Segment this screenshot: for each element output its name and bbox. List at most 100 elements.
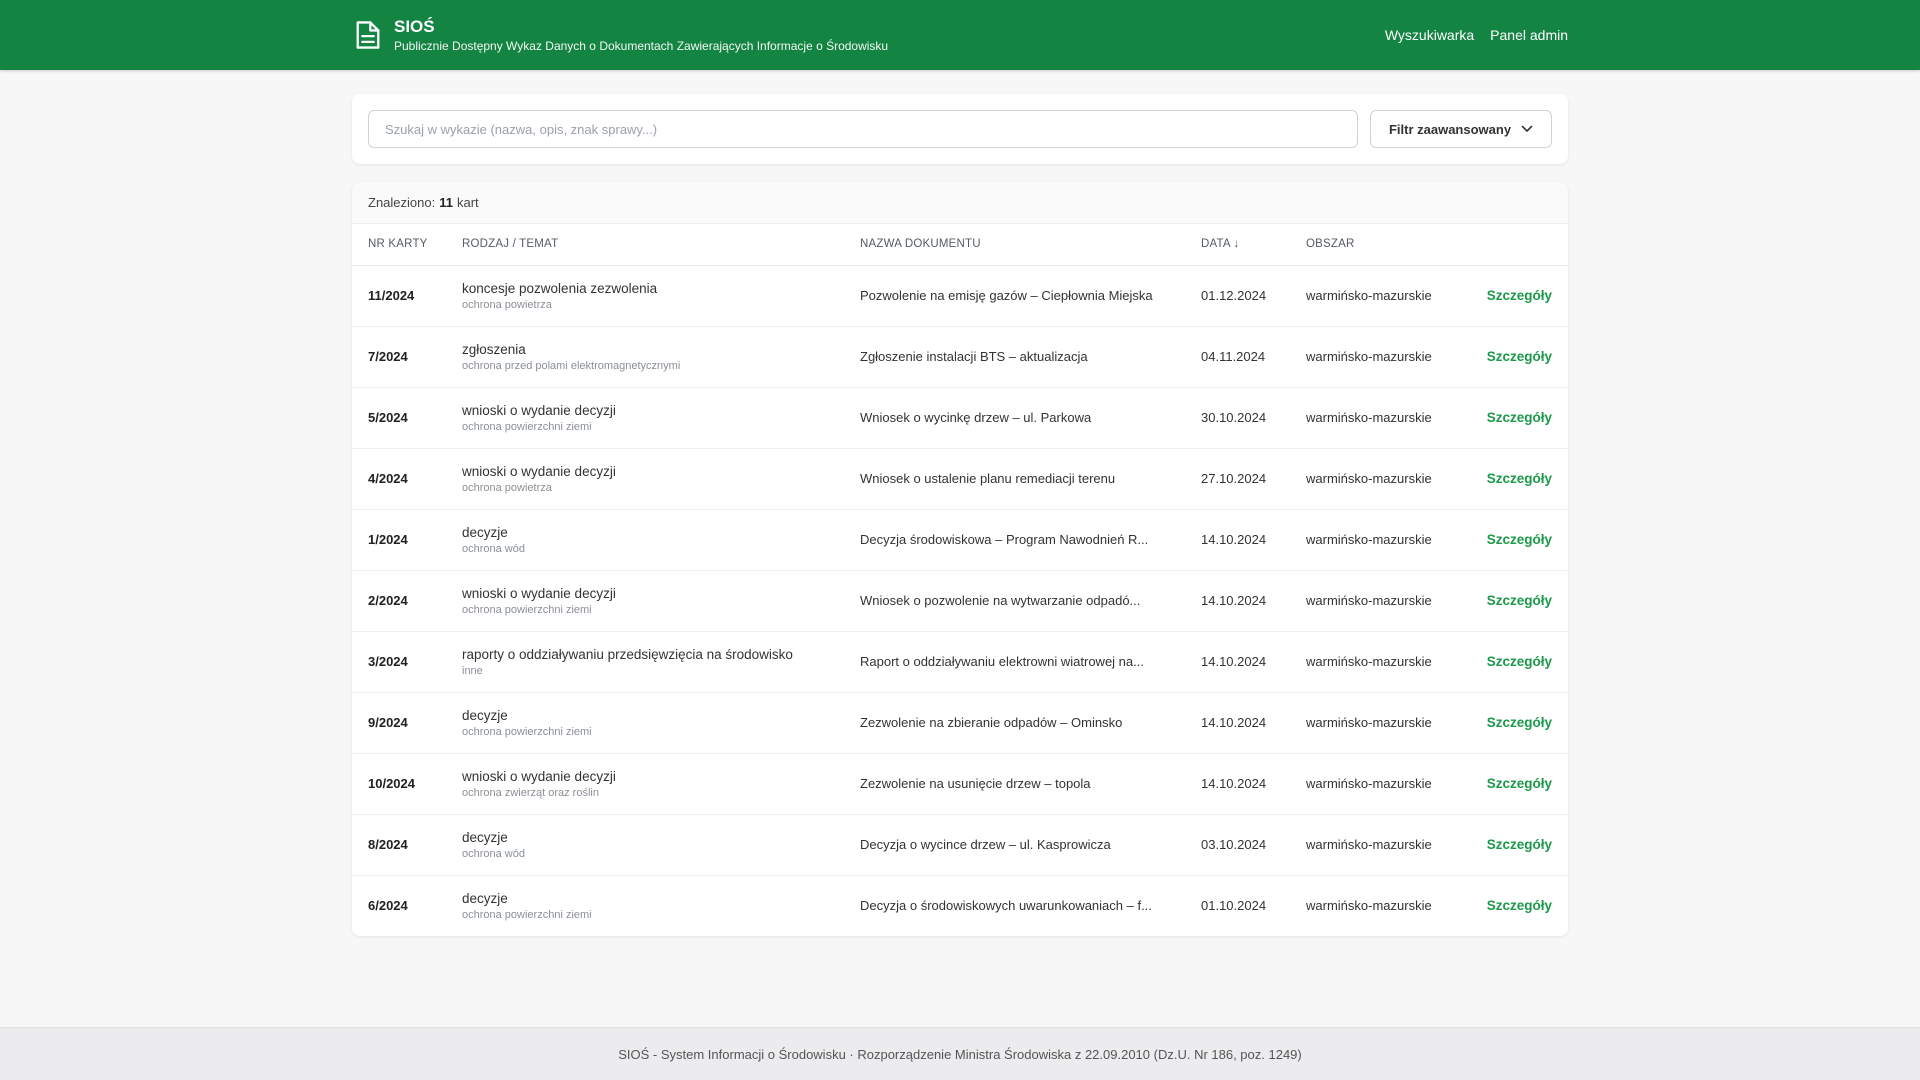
document-type: decyzje bbox=[462, 890, 508, 906]
card-number: 4/2024 bbox=[352, 448, 446, 510]
app-title: SIOŚ bbox=[394, 16, 435, 36]
details-link[interactable]: Szczegóły bbox=[1487, 837, 1552, 852]
document-date: 04.11.2024 bbox=[1185, 326, 1290, 388]
table-row[interactable]: 4/2024 wnioski o wydanie decyzji ochrona p… bbox=[352, 448, 1568, 510]
nav-admin-link[interactable]: Panel admin bbox=[1490, 27, 1568, 43]
document-name: Decyzja o środowiskowych uwarunkowaniach… bbox=[860, 898, 1152, 914]
brand-text: SIOŚ Publicznie Dostępny Wykaz Danych o … bbox=[394, 17, 888, 54]
table-row[interactable]: 9/2024 decyzje ochrona powierzchni ziemi Ze… bbox=[352, 692, 1568, 754]
search-card: Filtr zaawansowany bbox=[352, 94, 1568, 164]
document-name: Raport o oddziaływaniu elektrowni wiatro… bbox=[844, 631, 1185, 693]
document-type: koncesje pozwolenia zezwolenia bbox=[462, 280, 658, 296]
brand[interactable]: SIOŚ Publicznie Dostępny Wykaz Danych o … bbox=[352, 17, 888, 54]
details-link[interactable]: Szczegóły bbox=[1487, 410, 1552, 425]
type-topic-cell: decyzje ochrona powierzchni ziemi bbox=[446, 692, 844, 754]
footer-text: SIOŚ - System Informacji o Środowisku · … bbox=[618, 1046, 1302, 1062]
details-link[interactable]: Szczegóły bbox=[1487, 898, 1552, 913]
type-topic-cell: decyzje ochrona powierzchni ziemi bbox=[446, 875, 844, 936]
main-content: Filtr zaawansowany Znaleziono: 11 kart bbox=[352, 94, 1568, 936]
document-area: warmińsko-mazurskie bbox=[1290, 814, 1453, 876]
document-area: warmińsko-mazurskie bbox=[1290, 753, 1453, 815]
document-date: 30.10.2024 bbox=[1185, 387, 1290, 449]
table-row[interactable]: 7/2024 zgłoszenia ochrona przed polami ele… bbox=[352, 326, 1568, 388]
details-link[interactable]: Szczegóły bbox=[1487, 593, 1552, 608]
table-row[interactable]: 8/2024 decyzje ochrona wód Decyzja o wycinc… bbox=[352, 814, 1568, 876]
table-row[interactable]: 10/2024 wnioski o wydanie decyzji ochrona … bbox=[352, 753, 1568, 815]
document-type: zgłoszenia bbox=[462, 341, 526, 357]
col-header-data[interactable]: DATA ↓ bbox=[1185, 224, 1290, 266]
document-type: decyzje bbox=[462, 707, 508, 723]
document-area: warmińsko-mazurskie bbox=[1306, 898, 1432, 914]
table-row[interactable]: 11/2024 koncesje pozwolenia zezwolenia och… bbox=[352, 265, 1568, 327]
table-body: 11/2024 koncesje pozwolenia zezwolenia och… bbox=[352, 265, 1568, 936]
details-link[interactable]: Szczegóły bbox=[1487, 288, 1552, 303]
nav-search-link[interactable]: Wyszukiwarka bbox=[1385, 27, 1474, 43]
details-link[interactable]: Szczegóły bbox=[1487, 532, 1552, 547]
details-cell: Szczegóły bbox=[1453, 448, 1568, 510]
document-topic: ochrona powierzchni ziemi bbox=[462, 908, 592, 921]
document-name: Decyzja o wycince drzew – ul. Kasprowicz… bbox=[844, 814, 1185, 876]
details-link[interactable]: Szczegóły bbox=[1487, 776, 1552, 791]
document-type: wnioski o wydanie decyzji bbox=[462, 463, 616, 479]
document-area: warmińsko-mazurskie bbox=[1290, 448, 1453, 510]
document-date: 01.12.2024 bbox=[1185, 265, 1290, 327]
col-header-actions bbox=[1453, 224, 1568, 266]
table-row[interactable]: 6/2024 decyzje ochrona powierzchni ziemi De… bbox=[352, 875, 1568, 936]
document-name: Pozwolenie na emisję gazów – Ciepłownia … bbox=[844, 265, 1185, 327]
type-topic-cell: raporty o oddziaływaniu przedsięwzięcia … bbox=[446, 631, 844, 693]
app-subtitle: Publicznie Dostępny Wykaz Danych o Dokum… bbox=[394, 38, 889, 53]
type-topic-cell: zgłoszenia ochrona przed polami elektroma… bbox=[446, 326, 844, 388]
results-count: Znaleziono: 11 kart bbox=[352, 182, 1568, 224]
type-topic-cell: wnioski o wydanie decyzji ochrona zwierzą… bbox=[446, 753, 844, 815]
table-row[interactable]: 1/2024 decyzje ochrona wód Decyzja środowis… bbox=[352, 509, 1568, 571]
details-cell: Szczegóły bbox=[1453, 875, 1568, 936]
advanced-filter-label: Filtr zaawansowany bbox=[1388, 121, 1512, 137]
document-area: warmińsko-mazurskie bbox=[1290, 692, 1453, 754]
details-link[interactable]: Szczegóły bbox=[1487, 349, 1552, 364]
details-link[interactable]: Szczegóły bbox=[1487, 715, 1552, 730]
header-inner: SIOŚ Publicznie Dostępny Wykaz Danych o … bbox=[352, 0, 1568, 70]
card-number: 7/2024 bbox=[352, 326, 446, 388]
col-header-obszar[interactable]: OBSZAR bbox=[1290, 224, 1453, 266]
document-type: wnioski o wydanie decyzji bbox=[462, 585, 616, 601]
table-row[interactable]: 3/2024 raporty o oddziaływaniu przedsięwz… bbox=[352, 631, 1568, 693]
main-nav: Wyszukiwarka Panel admin bbox=[1385, 27, 1568, 43]
advanced-filter-button[interactable]: Filtr zaawansowany bbox=[1370, 110, 1552, 148]
table-row[interactable]: 5/2024 wnioski o wydanie decyzji ochrona p… bbox=[352, 387, 1568, 449]
type-topic-cell: decyzje ochrona wód bbox=[446, 509, 844, 571]
document-name: Wniosek o wycinkę drzew – ul. Parkowa bbox=[844, 387, 1185, 449]
results-count-suffix: kart bbox=[456, 195, 479, 210]
details-cell: Szczegóły bbox=[1453, 753, 1568, 815]
document-type: decyzje bbox=[462, 829, 508, 845]
col-header-nazwa[interactable]: NAZWA DOKUMENTU bbox=[844, 224, 1185, 266]
card-number: 5/2024 bbox=[352, 387, 446, 449]
col-header-nr[interactable]: NR KARTY bbox=[352, 224, 446, 266]
col-header-rodzaj[interactable]: RODZAJ / TEMAT bbox=[446, 224, 844, 266]
card-number: 8/2024 bbox=[352, 814, 446, 876]
document-name: Zezwolenie na zbieranie odpadów – Ominsk… bbox=[844, 692, 1185, 754]
table-row[interactable]: 2/2024 wnioski o wydanie decyzji ochrona p… bbox=[352, 570, 1568, 632]
card-number: 2/2024 bbox=[352, 570, 446, 632]
details-cell: Szczegóły bbox=[1453, 631, 1568, 693]
document-topic: ochrona przed polami elektromagnetycznym… bbox=[462, 359, 681, 372]
search-input[interactable] bbox=[368, 110, 1358, 148]
card-number: 6/2024 bbox=[368, 898, 408, 914]
document-area: warmińsko-mazurskie bbox=[1290, 570, 1453, 632]
document-name: Zezwolenie na usunięcie drzew – topola bbox=[844, 753, 1185, 815]
document-icon bbox=[356, 21, 380, 49]
document-date: 01.10.2024 bbox=[1201, 898, 1267, 914]
type-topic-cell: wnioski o wydanie decyzji ochrona powietr… bbox=[446, 448, 844, 510]
details-cell: Szczegóły bbox=[1453, 814, 1568, 876]
results-count-prefix: Znaleziono: bbox=[368, 195, 436, 210]
results-count-number: 11 bbox=[439, 195, 453, 210]
document-type: wnioski o wydanie decyzji bbox=[462, 402, 616, 418]
document-name: Wniosek o pozwolenie na wytwarzanie odpa… bbox=[844, 570, 1185, 632]
document-date: 14.10.2024 bbox=[1185, 570, 1290, 632]
type-topic-cell: wnioski o wydanie decyzji ochrona powierz… bbox=[446, 570, 844, 632]
type-topic-cell: wnioski o wydanie decyzji ochrona powierz… bbox=[446, 387, 844, 449]
card-number: 3/2024 bbox=[352, 631, 446, 693]
details-link[interactable]: Szczegóły bbox=[1487, 654, 1552, 669]
details-link[interactable]: Szczegóły bbox=[1487, 471, 1552, 486]
document-date: 27.10.2024 bbox=[1185, 448, 1290, 510]
document-area: warmińsko-mazurskie bbox=[1290, 326, 1453, 388]
